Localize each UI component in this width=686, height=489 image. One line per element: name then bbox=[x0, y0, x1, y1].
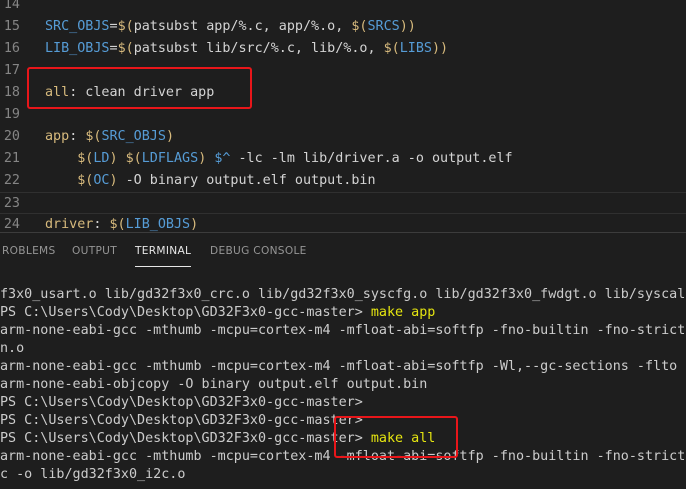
code-token: $( bbox=[77, 151, 94, 166]
code-token: -lc -lm lib/driver.a -o output.elf bbox=[230, 151, 513, 166]
line-number: 21 bbox=[3, 151, 20, 166]
terminal-text: arm-none-eabi-objcopy -O binary output.e… bbox=[0, 377, 428, 392]
code-token: )) bbox=[399, 19, 416, 34]
line-number: 14 bbox=[3, 0, 20, 12]
tab-debug-console[interactable]: DEBUG CONSOLE bbox=[210, 245, 307, 257]
terminal-text: PS C:\Users\Cody\Desktop\GD32F3x0-gcc-ma… bbox=[0, 395, 363, 410]
code-token: $( bbox=[383, 41, 400, 56]
code-line-14[interactable]: 14 bbox=[0, 0, 686, 16]
terminal-text: n.o bbox=[0, 341, 25, 356]
tab-output[interactable]: OUTPUT bbox=[72, 245, 117, 257]
line-code: LIB_OBJS=$(patsubst lib/src/%.c, lib/%.o… bbox=[45, 38, 448, 60]
tab-problems[interactable]: ROBLEMS bbox=[2, 245, 56, 257]
code-token: app bbox=[45, 129, 70, 144]
line-code: $(OC) -O binary output.elf output.bin bbox=[45, 170, 376, 192]
code-token: $( bbox=[85, 129, 102, 144]
line-code: $(LD) $(LDFLAGS) $^ -lc -lm lib/driver.a… bbox=[45, 148, 513, 170]
code-line-24[interactable]: 24 driver: $(LIB_OBJS) bbox=[0, 214, 686, 232]
code-token: = bbox=[109, 19, 118, 34]
terminal-text: arm-none-eabi-gcc -mthumb -mcpu=cortex-m… bbox=[0, 359, 686, 374]
code-token: ) bbox=[165, 129, 174, 144]
code-line-21[interactable]: 21 $(LD) $(LDFLAGS) $^ -lc -lm lib/drive… bbox=[0, 148, 686, 170]
code-token: $( bbox=[351, 19, 368, 34]
terminal-line: PS C:\Users\Cody\Desktop\GD32F3x0-gcc-ma… bbox=[0, 394, 363, 412]
code-token: -O binary output.elf output.bin bbox=[117, 173, 376, 188]
terminal-text: c -o lib/gd32f3x0_i2c.o bbox=[0, 467, 186, 482]
line-number: 23 bbox=[3, 196, 20, 211]
code-token: LIB_OBJS bbox=[125, 217, 191, 232]
code-token: $^ bbox=[214, 151, 231, 166]
line-number: 19 bbox=[3, 107, 20, 122]
line-number: 16 bbox=[3, 41, 20, 56]
terminal-line: arm-none-eabi-gcc -mthumb -mcpu=cortex-m… bbox=[0, 322, 686, 340]
code-token: patsubst lib/src/%.c, lib/%.o, bbox=[133, 41, 384, 56]
code-token: $( bbox=[125, 151, 142, 166]
code-token: LIB_OBJS bbox=[45, 41, 110, 56]
line-number: 20 bbox=[3, 129, 20, 144]
terminal-panel[interactable]: f3x0_usart.o lib/gd32f3x0_crc.o lib/gd32… bbox=[0, 270, 686, 489]
code-token: ) bbox=[190, 217, 199, 232]
terminal-text: PS C:\Users\Cody\Desktop\GD32F3x0-gcc-ma… bbox=[0, 431, 371, 446]
terminal-text: f3x0_usart.o lib/gd32f3x0_crc.o lib/gd32… bbox=[0, 287, 686, 302]
code-token: )) bbox=[431, 41, 449, 56]
code-token: ) bbox=[109, 173, 118, 188]
line-number: 15 bbox=[3, 19, 20, 34]
panel-tab-bar: ROBLEMS OUTPUT TERMINAL DEBUG CONSOLE bbox=[0, 232, 686, 271]
line-number: 17 bbox=[3, 63, 20, 78]
line-code: app: $(SRC_OBJS) bbox=[45, 126, 174, 148]
highlight-box-make-all bbox=[334, 416, 458, 458]
code-token: $( bbox=[109, 217, 126, 232]
terminal-line: arm-none-eabi-gcc -mthumb -mcpu=cortex-m… bbox=[0, 358, 686, 376]
code-token: $( bbox=[117, 19, 134, 34]
code-editor[interactable]: 14 15 SRC_OBJS=$(patsubst app/%.c, app/%.o… bbox=[0, 0, 686, 232]
code-token: LIBS bbox=[399, 41, 432, 56]
code-line-20[interactable]: 20 app: $(SRC_OBJS) bbox=[0, 126, 686, 148]
code-token: LDFLAGS bbox=[141, 151, 199, 166]
code-token: : bbox=[69, 129, 86, 144]
terminal-line: arm-none-eabi-objcopy -O binary output.e… bbox=[0, 376, 427, 394]
code-token: = bbox=[109, 41, 118, 56]
line-number: 22 bbox=[3, 173, 20, 188]
terminal-text: PS C:\Users\Cody\Desktop\GD32F3x0-gcc-ma… bbox=[0, 413, 363, 428]
code-token: : bbox=[93, 217, 110, 232]
terminal-line: PS C:\Users\Cody\Desktop\GD32F3x0-gcc-ma… bbox=[0, 304, 435, 322]
highlight-box-all-target bbox=[27, 67, 252, 109]
code-token: $( bbox=[77, 173, 94, 188]
code-token: ) bbox=[109, 151, 118, 166]
code-line-22[interactable]: 22 $(OC) -O binary output.elf output.bin bbox=[0, 170, 686, 192]
line-code: SRC_OBJS=$(patsubst app/%.c, app/%.o, $(… bbox=[45, 16, 416, 38]
line-number: 18 bbox=[3, 85, 20, 100]
code-token: $( bbox=[117, 41, 134, 56]
terminal-command: make app bbox=[370, 305, 436, 320]
code-token: driver bbox=[45, 217, 94, 232]
code-token: SRC_OBJS bbox=[101, 129, 166, 144]
terminal-line: n.o bbox=[0, 340, 24, 358]
line-number: 24 bbox=[3, 217, 20, 232]
line-code: driver: $(LIB_OBJS) bbox=[45, 214, 198, 232]
code-token: LD bbox=[93, 151, 110, 166]
terminal-text: PS C:\Users\Cody\Desktop\GD32F3x0-gcc-ma… bbox=[0, 305, 371, 320]
code-token: SRCS bbox=[367, 19, 400, 34]
terminal-line: f3x0_usart.o lib/gd32f3x0_crc.o lib/gd32… bbox=[0, 286, 686, 304]
code-line-15[interactable]: 15 SRC_OBJS=$(patsubst app/%.c, app/%.o, … bbox=[0, 16, 686, 38]
code-token: patsubst app/%.c, app/%.o, bbox=[133, 19, 352, 34]
code-token: OC bbox=[93, 173, 110, 188]
tab-terminal[interactable]: TERMINAL bbox=[135, 245, 192, 267]
terminal-text: arm-none-eabi-gcc -mthumb -mcpu=cortex-m… bbox=[0, 323, 686, 338]
code-line-16[interactable]: 16 LIB_OBJS=$(patsubst lib/src/%.c, lib/%… bbox=[0, 38, 686, 60]
code-token: SRC_OBJS bbox=[45, 19, 110, 34]
code-line-23[interactable]: 23 bbox=[0, 192, 686, 214]
terminal-line: PS C:\Users\Cody\Desktop\GD32F3x0-gcc-ma… bbox=[0, 412, 363, 430]
terminal-line: c -o lib/gd32f3x0_i2c.o bbox=[0, 466, 185, 484]
